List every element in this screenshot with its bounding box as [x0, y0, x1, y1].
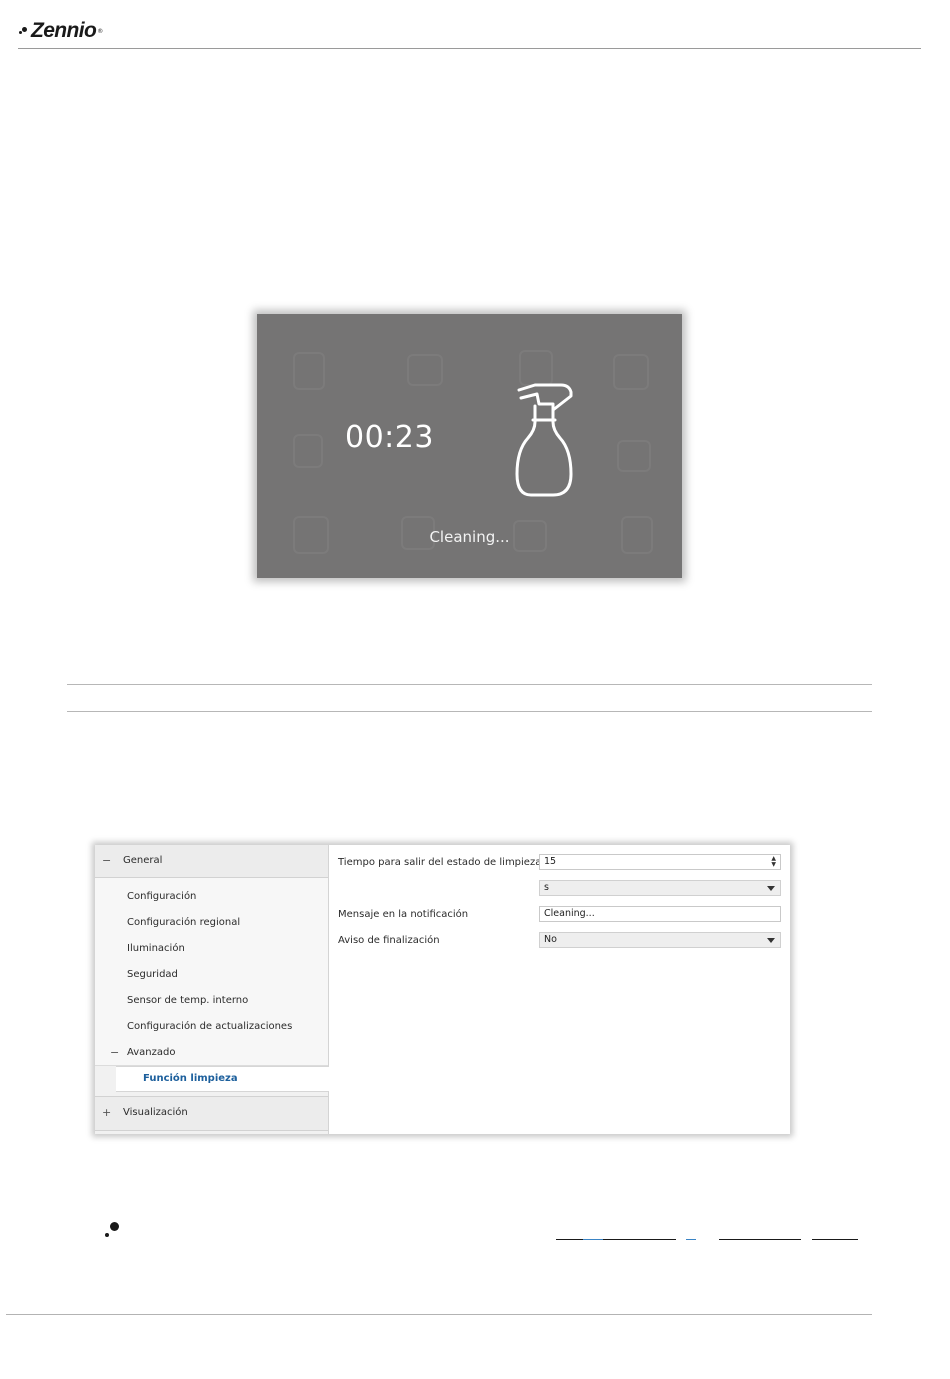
tree-item-actualizaciones[interactable]: Configuración de actualizaciones [127, 1021, 292, 1032]
footer-link-underline-2[interactable] [686, 1239, 696, 1240]
countdown-timer: 00:23 [345, 420, 434, 455]
footer-divider [6, 1314, 872, 1315]
exit-time-unit-value: s [544, 882, 549, 893]
chevron-down-icon [767, 938, 775, 943]
exit-time-label: Tiempo para salir del estado de limpieza [338, 857, 542, 868]
tree-item-configuracion-regional[interactable]: Configuración regional [127, 917, 240, 928]
spinner-arrows-icon[interactable]: ▲ ▼ [771, 856, 776, 868]
tree-item-avanzado[interactable]: Avanzado [127, 1047, 175, 1058]
end-warning-label: Aviso de finalización [338, 935, 440, 946]
logo-text: Zennio [31, 19, 97, 42]
exit-time-input[interactable]: 15 ▲ ▼ [539, 854, 781, 870]
tree-label-general: General [123, 855, 163, 866]
header-divider [18, 48, 921, 49]
cleaning-screen: 00:23 Cleaning... [257, 314, 682, 578]
chevron-down-icon [767, 886, 775, 891]
footer-link-underline-4[interactable] [812, 1239, 858, 1240]
logo-dots-icon [19, 24, 29, 38]
message-label: Mensaje en la notificación [338, 909, 469, 920]
exit-time-unit-select[interactable]: s [539, 880, 781, 896]
tree-group-visualizacion[interactable]: + Visualización [95, 1096, 328, 1131]
tree-group-general[interactable]: − General [95, 845, 328, 878]
collapse-avanzado-icon[interactable]: − [110, 1046, 119, 1059]
tree-item-seguridad[interactable]: Seguridad [127, 969, 178, 980]
settings-panel: − General Configuración Configuración re… [95, 845, 790, 1134]
registered-mark: ® [97, 27, 104, 35]
footer-link-underline-3[interactable] [719, 1239, 801, 1240]
tree-item-configuracion[interactable]: Configuración [127, 891, 196, 902]
message-value: Cleaning... [544, 908, 595, 919]
expand-icon[interactable]: + [102, 1106, 111, 1119]
exit-time-value: 15 [544, 856, 557, 867]
spray-bottle-icon [515, 383, 573, 497]
tree-label-visualizacion: Visualización [123, 1107, 188, 1118]
collapse-icon[interactable]: − [102, 854, 111, 867]
tree-item-funcion-limpieza[interactable]: Función limpieza [116, 1066, 329, 1092]
parameter-tree: − General Configuración Configuración re… [95, 845, 329, 1134]
footer-link-underline-accent [583, 1239, 603, 1240]
tree-item-iluminacion[interactable]: Iluminación [127, 943, 185, 954]
selected-item-label: Función limpieza [143, 1073, 238, 1084]
tree-item-sensor-temp[interactable]: Sensor de temp. interno [127, 995, 248, 1006]
section-rule-top [67, 684, 872, 685]
section-rule-bottom [67, 711, 872, 712]
zennio-logo: Zennio ® [19, 18, 103, 44]
end-warning-value: No [544, 934, 557, 945]
message-input[interactable]: Cleaning... [539, 906, 781, 922]
footer-logo-dots-icon [104, 1221, 122, 1239]
footer-link-underline-1[interactable] [556, 1239, 676, 1240]
end-warning-select[interactable]: No [539, 932, 781, 948]
cleaning-message: Cleaning... [429, 528, 510, 546]
